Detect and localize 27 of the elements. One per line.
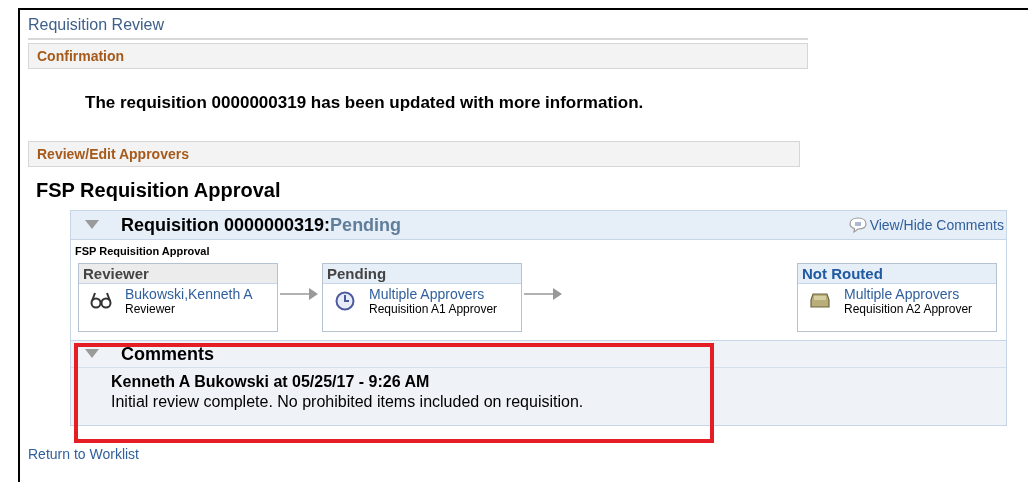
- collapse-triangle-icon[interactable]: [85, 349, 99, 359]
- arrow-icon: [524, 287, 564, 301]
- approver-link[interactable]: Multiple Approvers: [844, 286, 960, 302]
- comments-heading: Comments: [121, 343, 214, 365]
- stage-status: Reviewer: [79, 264, 277, 284]
- approver-link[interactable]: Bukowski,Kenneth A: [125, 286, 253, 302]
- approver-role: Requisition A2 Approver: [844, 302, 973, 316]
- approver-role: Reviewer: [125, 302, 176, 316]
- view-comments-link[interactable]: View/Hide Comments: [847, 216, 1004, 234]
- return-link[interactable]: Return to Worklist: [28, 446, 139, 462]
- comment-author: Kenneth A Bukowski at 05/25/17 - 9:26 AM: [111, 373, 431, 391]
- requisition-title: Requisition 0000000319:Pending: [121, 214, 402, 236]
- speech-bubble-icon: [847, 216, 868, 234]
- page-title: Requisition Review: [28, 16, 808, 40]
- section-header: Review/Edit Approvers: [28, 141, 800, 167]
- approver-link[interactable]: Multiple Approvers: [369, 286, 485, 302]
- clock-icon: [333, 289, 357, 311]
- stage-status: Pending: [323, 264, 521, 284]
- collapse-triangle-icon[interactable]: [85, 220, 99, 230]
- approval-title: FSP Requisition Approval: [36, 179, 282, 202]
- approver-role: Requisition A1 Approver: [369, 302, 498, 316]
- confirmation-message: The requisition 0000000319 has been updated with more information.: [84, 92, 645, 114]
- comment-text: Initial review complete. No prohibited items included on requisition.: [111, 393, 585, 411]
- arrow-icon: [280, 287, 320, 301]
- stage-status: Not Routed: [798, 264, 996, 284]
- process-label: FSP Requisition Approval: [75, 245, 211, 257]
- section-header: Confirmation: [28, 43, 808, 69]
